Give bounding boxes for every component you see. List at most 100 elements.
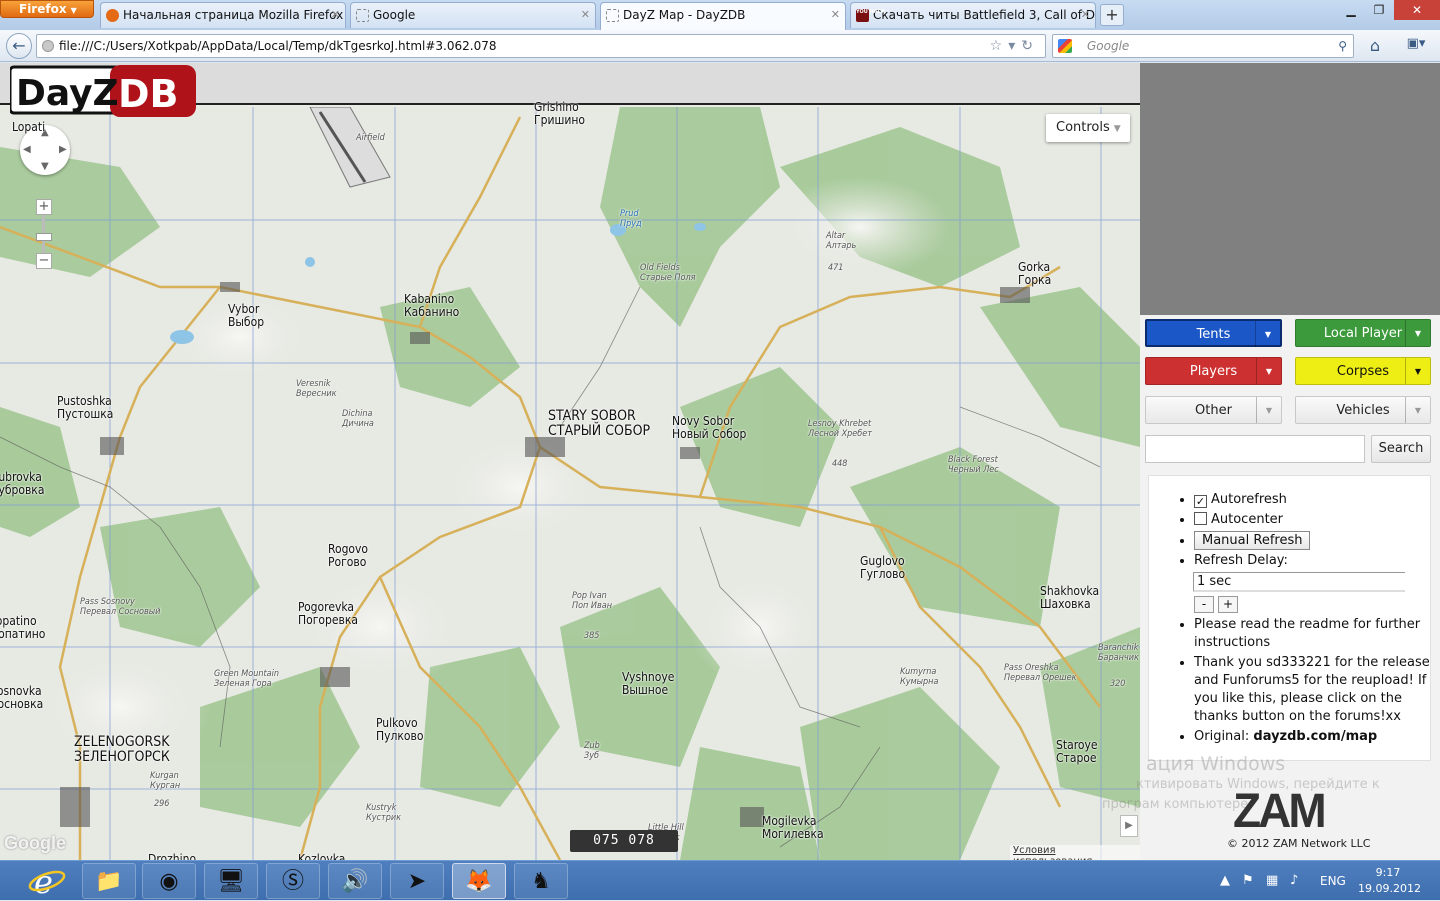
- players-filter-button[interactable]: Players ▼: [1145, 357, 1282, 385]
- zoom-slider-knob[interactable]: [36, 233, 52, 241]
- google-icon[interactable]: [1058, 39, 1072, 53]
- blank-page-icon: [356, 9, 369, 22]
- zoom-out-button[interactable]: −: [36, 253, 52, 269]
- expand-panel-button[interactable]: ▶: [1120, 815, 1138, 837]
- terrain-map[interactable]: [0, 107, 1140, 860]
- search-placeholder: Google: [1087, 39, 1130, 53]
- zam-logo[interactable]: ZAM: [1233, 782, 1327, 839]
- zoom-in-button[interactable]: +: [36, 199, 52, 215]
- close-window-button[interactable]: ✕: [1394, 0, 1440, 20]
- chevron-down-icon[interactable]: ▼: [1405, 358, 1430, 384]
- refresh-delay-input[interactable]: 1 sec: [1193, 572, 1405, 592]
- skype-icon[interactable]: Ⓢ: [266, 863, 320, 899]
- controls-dropdown[interactable]: Controls ▼: [1046, 114, 1130, 142]
- chevron-down-icon[interactable]: ▼: [1256, 397, 1281, 423]
- tab-firefox-start[interactable]: Начальная страница Mozilla Firefox ✕: [100, 2, 346, 28]
- close-icon[interactable]: ✕: [1081, 3, 1090, 27]
- close-icon[interactable]: ✕: [831, 3, 840, 27]
- dropdown-icon[interactable]: ▾: [1008, 38, 1021, 54]
- map-place-label: Lesnoy Khrebet Лесной Хребет: [808, 419, 872, 439]
- place-name-ru: Старые Поля: [640, 273, 696, 283]
- firefox-menu-button[interactable]: Firefox ▼: [0, 0, 94, 18]
- search-icon[interactable]: ⚲: [1338, 35, 1347, 57]
- star-icon[interactable]: ☆: [990, 38, 1009, 54]
- tab-google[interactable]: Google ✕: [350, 2, 596, 28]
- corpses-filter-button[interactable]: Corpses ▼: [1295, 357, 1431, 385]
- local-player-filter-button[interactable]: Local Player ▼: [1295, 319, 1431, 347]
- close-icon[interactable]: ✕: [331, 3, 340, 27]
- reload-icon[interactable]: ↻: [1021, 38, 1039, 54]
- autocenter-checkbox[interactable]: [1194, 512, 1207, 525]
- map-view[interactable]: DayZ DB ▲ ▼ ◀ ▶ + − Controls ▼ Lopati Gris…: [0, 63, 1140, 860]
- chevron-down-icon[interactable]: ▼: [1405, 397, 1430, 423]
- google-logo[interactable]: Google: [4, 833, 66, 854]
- volume-icon[interactable]: ♪: [1290, 873, 1298, 888]
- place-name-ru: Рогово: [328, 555, 367, 569]
- new-tab-button[interactable]: +: [1100, 4, 1124, 26]
- place-name-en: Green Mountain: [214, 669, 279, 679]
- search-button[interactable]: Search: [1371, 435, 1431, 463]
- refresh-delay-label: Refresh Delay:: [1194, 553, 1288, 568]
- pan-left-icon[interactable]: ◀: [23, 144, 31, 155]
- search-bar[interactable]: Google ⚲: [1052, 34, 1354, 58]
- place-name-ru: Перевал Орешек: [1004, 673, 1077, 683]
- pan-right-icon[interactable]: ▶: [59, 144, 67, 155]
- dayzdb-logo[interactable]: DayZ DB: [10, 65, 196, 121]
- explorer-icon[interactable]: 📁: [82, 863, 136, 899]
- autocenter-option: Autocenter: [1194, 511, 1430, 529]
- chevron-down-icon[interactable]: ▼: [1405, 320, 1430, 346]
- chevron-down-icon[interactable]: ▼: [1255, 321, 1280, 347]
- map-place-label: SosnovkaСосновка: [0, 685, 43, 711]
- minimize-button[interactable]: ▁: [1336, 0, 1366, 20]
- decrease-delay-button[interactable]: -: [1194, 596, 1214, 613]
- url-actions: ☆▾↻: [990, 35, 1039, 57]
- speaker-app-icon[interactable]: 🔊: [328, 863, 382, 899]
- tab-youhack[interactable]: YOU HACK Скачать читы Battlefield 3, Cal…: [850, 2, 1096, 28]
- bookmarks-icon[interactable]: ▣▾: [1400, 36, 1432, 58]
- place-name-en: Kumyrna: [900, 667, 937, 677]
- other-filter-button[interactable]: Other ▼: [1145, 396, 1282, 424]
- firefox-icon[interactable]: 🦊: [452, 863, 506, 899]
- manual-refresh-button[interactable]: Manual Refresh: [1194, 531, 1311, 550]
- pan-down-icon[interactable]: ▼: [41, 161, 49, 172]
- autocenter-label[interactable]: Autocenter: [1211, 512, 1283, 527]
- close-icon[interactable]: ✕: [581, 3, 590, 27]
- autorefresh-label[interactable]: Autorefresh: [1211, 492, 1287, 507]
- place-name-ru: Зуб: [584, 751, 599, 761]
- map-place-label: Mogilevka Могилевка: [762, 815, 824, 841]
- home-icon[interactable]: ⌂: [1364, 36, 1386, 58]
- map-place-label: Rogovo Рогово: [328, 543, 368, 569]
- place-name-ru: ЗЕЛЕНОГОРСК: [74, 749, 170, 765]
- url-text: file:///C:/Users/Xotkpab/AppData/Local/T…: [59, 39, 497, 53]
- show-hidden-icons-icon[interactable]: ▲: [1220, 873, 1230, 888]
- autorefresh-checkbox[interactable]: ✓: [1194, 495, 1207, 508]
- original-link[interactable]: dayzdb.com/map: [1253, 729, 1377, 744]
- network-icon[interactable]: ▦: [1266, 873, 1278, 888]
- action-center-icon[interactable]: ⚑: [1242, 873, 1254, 888]
- place-name-en: STARY SOBOR: [548, 408, 636, 424]
- zoom-control: + −: [36, 199, 52, 269]
- svg-text:e: e: [34, 863, 53, 899]
- clock-date: 19.09.2012: [1358, 882, 1421, 895]
- search-input[interactable]: [1145, 435, 1365, 463]
- back-button[interactable]: ←: [6, 33, 32, 59]
- clock[interactable]: 9:17 19.09.2012: [1358, 865, 1421, 897]
- network-app-icon[interactable]: 🖥: [204, 863, 258, 899]
- vehicles-filter-button[interactable]: Vehicles ▼: [1295, 396, 1431, 424]
- terms-link[interactable]: Условия использования: [1010, 845, 1140, 860]
- map-place-label: Green Mountain Зеленая Гора: [214, 669, 279, 689]
- language-indicator[interactable]: ENG: [1320, 874, 1346, 888]
- map-place-label: Drozhino: [148, 853, 196, 861]
- restore-button[interactable]: ❐: [1364, 0, 1394, 20]
- chevron-down-icon[interactable]: ▼: [1256, 358, 1281, 384]
- tab-dayz-map[interactable]: DayZ Map - DayZDB ✕: [600, 2, 846, 30]
- start-button[interactable]: e: [22, 863, 72, 899]
- refresh-delay-option: Refresh Delay: 1 sec -+: [1193, 552, 1430, 614]
- pointer-app-icon[interactable]: ➤: [390, 863, 444, 899]
- game-icon[interactable]: ♞: [514, 863, 568, 899]
- chrome-icon[interactable]: ◉: [142, 863, 196, 899]
- navigation-bar: ← file:///C:/Users/Xotkpab/AppData/Local…: [0, 30, 1440, 62]
- increase-delay-button[interactable]: +: [1218, 596, 1238, 613]
- url-bar[interactable]: file:///C:/Users/Xotkpab/AppData/Local/T…: [36, 34, 1046, 58]
- tents-filter-button[interactable]: Tents ▼: [1145, 319, 1282, 347]
